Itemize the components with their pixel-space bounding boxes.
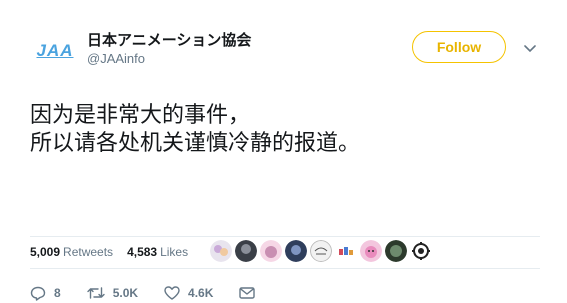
tweet-text: 因为是非常大的事件， 所以请各处机关谨慎冷静的报道。	[30, 102, 540, 158]
likes-stat[interactable]: 4,583 Likes	[127, 245, 188, 259]
follow-button[interactable]: Follow	[412, 31, 506, 63]
like-button[interactable]: 4.6K	[164, 286, 213, 300]
liker-avatar-8[interactable]	[385, 240, 407, 262]
liker-avatar-4[interactable]	[285, 240, 307, 262]
tweet-text-line-2: 所以请各处机关谨慎冷静的报道。	[30, 131, 361, 156]
heart-icon	[164, 286, 180, 300]
liker-avatar-3[interactable]	[260, 240, 282, 262]
liker-avatar-9[interactable]	[410, 240, 432, 262]
likes-count: 4,583	[127, 245, 158, 259]
retweets-label: Retweets	[63, 245, 114, 259]
reply-count: 8	[54, 286, 61, 300]
retweets-stat[interactable]: 5,009 Retweets	[30, 245, 113, 259]
liker-avatar-5[interactable]	[310, 240, 332, 262]
liker-avatar-1[interactable]	[210, 240, 232, 262]
reply-button[interactable]: 8	[30, 286, 61, 301]
envelope-icon	[239, 287, 256, 299]
retweets-count: 5,009	[30, 245, 61, 259]
divider-bottom	[30, 268, 540, 269]
message-button[interactable]	[239, 287, 263, 299]
avatar-logo-text: JAA	[36, 41, 74, 60]
avatar[interactable]: JAA	[30, 31, 80, 71]
account-handle[interactable]: @JAAinfo	[87, 50, 251, 68]
retweet-icon	[86, 287, 105, 299]
like-count: 4.6K	[188, 286, 214, 300]
account-names: 日本アニメーション協会 @JAAinfo	[87, 30, 251, 68]
reply-icon	[30, 286, 46, 301]
liker-avatars	[210, 240, 435, 264]
tweet-header: JAA 日本アニメーション協会 @JAAinfo Follow	[30, 28, 550, 72]
retweet-button[interactable]: 5.0K	[86, 286, 139, 300]
liker-avatar-7[interactable]	[360, 240, 382, 262]
liker-avatar-2[interactable]	[235, 240, 257, 262]
tweet-stats: 5,009 Retweets 4,583 Likes	[30, 236, 202, 268]
tweet-actions: 8 5.0K 4.6K	[30, 284, 289, 302]
chevron-down-icon[interactable]	[522, 41, 538, 57]
liker-avatar-6[interactable]	[335, 240, 357, 262]
tweet-text-line-1: 因为是非常大的事件，	[30, 103, 251, 128]
retweet-count: 5.0K	[112, 286, 139, 300]
likes-label: Likes	[160, 245, 189, 259]
display-name[interactable]: 日本アニメーション協会	[87, 30, 251, 50]
